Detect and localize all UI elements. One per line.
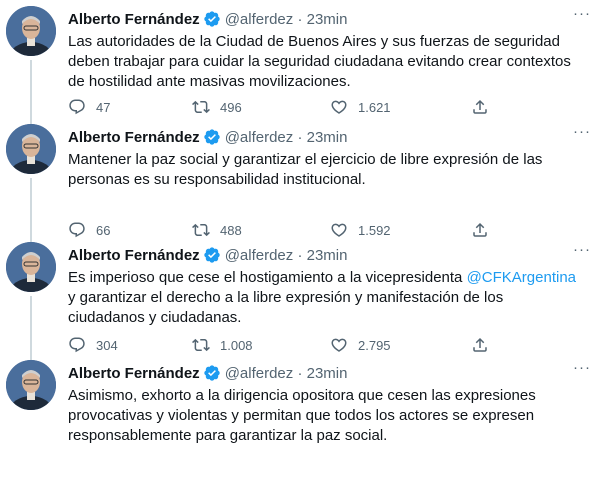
tweet-text-part: y garantizar el derecho a la libre expre…: [68, 289, 504, 326]
tweet[interactable]: Alberto Fernández @alferdez · 23min Las …: [0, 0, 591, 124]
share-icon: [471, 98, 489, 116]
separator-dot: ·: [293, 10, 307, 28]
author-name[interactable]: Alberto Fernández: [68, 247, 200, 264]
reply-icon: [68, 336, 86, 354]
tweet[interactable]: Alberto Fernández @alferdez · 23min Asim…: [0, 354, 591, 487]
more-icon[interactable]: ···: [573, 124, 591, 139]
like-count: 2.795: [358, 337, 391, 353]
share-button[interactable]: [471, 98, 489, 116]
avatar[interactable]: [6, 6, 56, 56]
reply-count: 304: [96, 337, 118, 353]
tweet-timestamp[interactable]: 23min: [307, 129, 348, 146]
retweet-icon: [192, 98, 210, 116]
reply-count: 47: [96, 99, 111, 115]
reply-button[interactable]: 47: [68, 98, 110, 116]
heart-icon: [330, 336, 348, 354]
tweet[interactable]: Alberto Fernández @alferdez · 23min Mant…: [0, 118, 591, 242]
tweet-text: Las autoridades de la Ciudad de Buenos A…: [68, 33, 571, 90]
tweet-text: Es imperioso que cese el hostigamiento a…: [68, 268, 579, 328]
retweet-count: 1.008: [220, 337, 253, 353]
tweet-timestamp[interactable]: 23min: [307, 365, 348, 382]
author-handle[interactable]: @alferdez: [225, 129, 294, 146]
verified-badge-icon: [203, 246, 221, 264]
tweet-thread: Alberto Fernández @alferdez · 23min Las …: [0, 0, 591, 487]
tweet-timestamp[interactable]: 23min: [307, 247, 348, 264]
retweet-icon: [192, 336, 210, 354]
author-name[interactable]: Alberto Fernández: [68, 11, 200, 28]
author-name[interactable]: Alberto Fernández: [68, 365, 200, 382]
verified-badge-icon: [203, 10, 221, 28]
more-icon[interactable]: ···: [573, 242, 591, 257]
author-handle[interactable]: @alferdez: [225, 365, 294, 382]
avatar[interactable]: [6, 124, 56, 174]
separator-dot: ·: [293, 364, 307, 382]
share-icon: [471, 336, 489, 354]
tweet-text: Mantener la paz social y garantizar el e…: [68, 151, 543, 188]
reply-icon: [68, 98, 86, 116]
tweet-timestamp[interactable]: 23min: [307, 11, 348, 28]
more-icon[interactable]: ···: [573, 360, 591, 375]
like-button[interactable]: 2.795: [330, 336, 391, 354]
author-handle[interactable]: @alferdez: [225, 247, 294, 264]
like-count: 1.621: [358, 99, 391, 115]
thread-line: [30, 60, 32, 124]
separator-dot: ·: [293, 128, 307, 146]
thread-line: [30, 178, 32, 242]
tweet[interactable]: Alberto Fernández @alferdez · 23min Es i…: [0, 236, 591, 360]
mention-link[interactable]: @CFKArgentina: [467, 269, 576, 286]
separator-dot: ·: [293, 246, 307, 264]
author-name[interactable]: Alberto Fernández: [68, 129, 200, 146]
share-button[interactable]: [471, 336, 489, 354]
like-button[interactable]: 1.621: [330, 98, 391, 116]
tweet-text-part: Es imperioso que cese el hostigamiento a…: [68, 269, 467, 286]
avatar[interactable]: [6, 360, 56, 410]
author-handle[interactable]: @alferdez: [225, 11, 294, 28]
thread-line: [30, 296, 32, 360]
verified-badge-icon: [203, 128, 221, 146]
retweet-count: 496: [220, 99, 242, 115]
more-icon[interactable]: ···: [573, 6, 591, 21]
tweet-text: Asimismo, exhorto a la dirigencia oposit…: [68, 387, 536, 444]
retweet-button[interactable]: 496: [192, 98, 242, 116]
verified-badge-icon: [203, 364, 221, 382]
avatar[interactable]: [6, 242, 56, 292]
retweet-button[interactable]: 1.008: [192, 336, 253, 354]
heart-icon: [330, 98, 348, 116]
reply-button[interactable]: 304: [68, 336, 118, 354]
